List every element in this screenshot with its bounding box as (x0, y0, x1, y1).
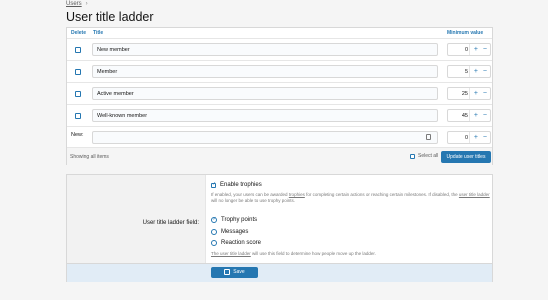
breadcrumb-users-link[interactable]: Users (66, 1, 82, 7)
choice-label[interactable]: Trophy points (221, 217, 257, 223)
decrement-button[interactable]: − (483, 45, 487, 55)
title-input[interactable]: Member (92, 65, 438, 78)
trophy-points-radio[interactable] (211, 216, 217, 223)
minimum-value-stepper[interactable]: 0 + − (447, 131, 491, 144)
title-input[interactable]: Well-known member (92, 109, 438, 122)
increment-button[interactable]: + (474, 133, 478, 143)
column-header-minimum-value: Minimum value (447, 30, 484, 36)
minimum-value[interactable]: 5 (465, 69, 468, 75)
stepper-divider (469, 88, 470, 99)
minimum-value[interactable]: 25 (462, 91, 468, 97)
table-row: Member 5 + − (67, 60, 492, 82)
chevron-right-icon: › (85, 1, 88, 7)
increment-button[interactable]: + (474, 89, 478, 99)
enable-trophies-option[interactable]: Enable trophies (211, 181, 262, 188)
user-title-ladder-link[interactable]: user title ladder (459, 192, 490, 197)
breadcrumb: Users › (66, 1, 88, 7)
increment-button[interactable]: + (474, 111, 478, 121)
choice-messages[interactable]: Messages (211, 229, 248, 235)
title-ladder-panel: Delete Title Minimum value New member 0 … (66, 27, 493, 165)
minimum-value-stepper[interactable]: 25 + − (447, 87, 491, 100)
delete-checkbox[interactable] (75, 69, 81, 75)
save-icon (224, 268, 231, 275)
save-button[interactable]: Save (211, 267, 258, 278)
minimum-value-stepper[interactable]: 5 + − (447, 65, 491, 78)
enable-trophies-label[interactable]: Enable trophies (220, 182, 262, 188)
stepper-divider (469, 132, 470, 143)
decrement-button[interactable]: − (483, 67, 487, 77)
ladder-footer: Showing all items Select all Update user… (67, 147, 492, 165)
table-row: Active member 25 + − (67, 82, 492, 104)
minimum-value-stepper[interactable]: 0 + − (447, 43, 491, 56)
increment-button[interactable]: + (474, 45, 478, 55)
select-all-label[interactable]: Select all (418, 153, 438, 159)
table-row: New member 0 + − (67, 38, 492, 60)
page-title: User title ladder (66, 10, 154, 24)
showing-items-text: Showing all items (70, 154, 109, 160)
hint-text: will use this field to determine how peo… (250, 251, 376, 256)
hint-text: If enabled, your users can be awarded (211, 192, 289, 197)
options-panel: User title ladder field: Enable trophies… (66, 174, 493, 282)
new-title-input[interactable] (92, 131, 438, 144)
enable-trophies-checkbox[interactable] (211, 181, 216, 188)
field-hint: The user title ladder will use this fiel… (211, 251, 491, 257)
choice-label[interactable]: Reaction score (221, 240, 261, 246)
delete-checkbox[interactable] (75, 113, 81, 119)
enable-trophies-hint: If enabled, your users can be awarded tr… (211, 192, 491, 204)
new-title-row: New: 0 + − (67, 126, 492, 148)
minimum-value-stepper[interactable]: 45 + − (447, 109, 491, 122)
hint-text: for completing certain actions or reachi… (304, 192, 459, 197)
decrement-button[interactable]: − (483, 133, 487, 143)
minimum-value[interactable]: 0 (465, 135, 468, 141)
minimum-value[interactable]: 0 (465, 47, 468, 53)
save-bar: Save (67, 263, 492, 282)
autocomplete-icon[interactable] (426, 134, 431, 140)
delete-checkbox[interactable] (75, 47, 81, 53)
stepper-divider (469, 66, 470, 77)
table-row: Well-known member 45 + − (67, 104, 492, 126)
messages-radio[interactable] (211, 229, 217, 235)
user-title-ladder-link[interactable]: The user title ladder (211, 251, 251, 256)
decrement-button[interactable]: − (483, 111, 487, 121)
choice-label[interactable]: Messages (221, 229, 248, 235)
reaction-score-radio[interactable] (211, 240, 217, 246)
stepper-divider (469, 110, 470, 121)
select-all-checkbox[interactable] (410, 153, 415, 159)
column-header-title: Title (93, 30, 104, 36)
delete-checkbox[interactable] (75, 91, 81, 97)
new-row-label: New: (71, 132, 84, 138)
save-label[interactable]: Save (233, 269, 244, 275)
field-label: User title ladder field: (142, 220, 199, 226)
stepper-divider (469, 44, 470, 55)
label-column: User title ladder field: (67, 175, 206, 263)
minimum-value[interactable]: 45 (462, 113, 468, 119)
choice-reaction-score[interactable]: Reaction score (211, 240, 261, 246)
column-header-delete: Delete (71, 30, 87, 36)
update-user-titles-button[interactable]: Update user titles (441, 151, 491, 163)
title-input[interactable]: New member (92, 43, 438, 56)
hint-text: will no longer be able to use trophy poi… (211, 198, 296, 203)
decrement-button[interactable]: − (483, 89, 487, 99)
trophies-link[interactable]: trophies (289, 192, 305, 197)
increment-button[interactable]: + (474, 67, 478, 77)
choice-trophy-points[interactable]: Trophy points (211, 216, 257, 223)
select-all[interactable]: Select all (410, 153, 438, 159)
title-input[interactable]: Active member (92, 87, 438, 100)
